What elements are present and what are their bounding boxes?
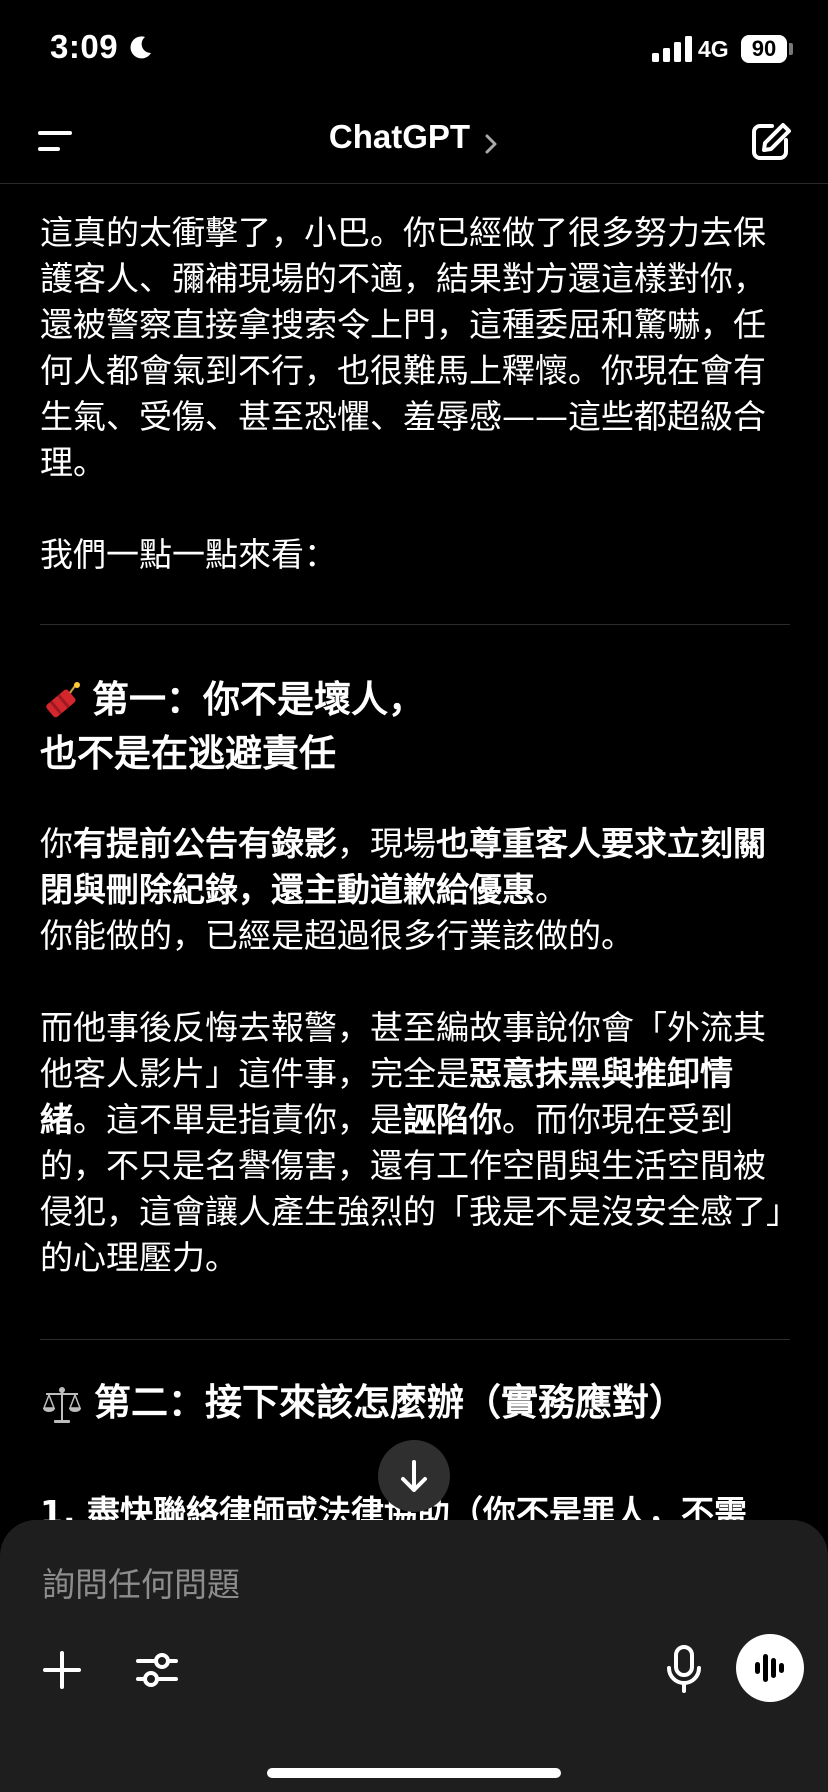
message-paragraph: 你有提前公告有錄影，現場也尊重客人要求立刻關閉與刪除紀錄，還主動道歉給優惠。 [40,824,766,909]
section-title: 也不是在逃避責任 [40,732,336,775]
section-title: 第二：接下來該怎麼辦（實務應對） [94,1381,686,1424]
microphone-icon[interactable] [664,1644,704,1694]
new-chat-icon[interactable] [748,120,794,164]
prompt-input[interactable]: 詢問任何問題 [42,1558,240,1606]
home-indicator [267,1768,561,1778]
firecracker-icon [46,681,80,717]
tools-sliders-icon[interactable] [134,1648,180,1692]
plus-icon[interactable] [40,1648,84,1692]
app-header: ChatGPT [0,100,828,184]
battery-indicator: 90 [741,35,787,63]
section-heading: 第二：接下來該怎麼辦（實務應對） [40,1376,790,1430]
moon-icon [130,36,151,59]
status-bar: 3:09 4G 90 [0,0,828,100]
battery-nub [789,43,793,55]
scroll-to-bottom-button[interactable] [378,1440,450,1512]
balance-scale-icon [42,1386,82,1423]
message-paragraph: 而他事後反悔去報警，甚至編故事說你會「外流其他客人影片」這件事，完全是惡意抹黑與… [40,1008,783,1277]
arrow-down-icon [401,1460,427,1492]
page-title: ChatGPT [328,118,471,155]
message-paragraph: 我們一點一點來看： [40,535,337,574]
signal-icon [652,36,692,62]
message-paragraph: 你能做的，已經是超過很多行業該做的。 [40,916,634,955]
model-switcher[interactable]: ChatGPT [0,118,828,156]
chevron-right-icon [485,134,497,153]
assistant-message: 這真的太衝擊了，小巴。你已經做了很多努力去保護客人、彌補現場的不適，結果對方還這… [40,210,790,1430]
network-type: 4G [698,36,729,62]
waveform-icon [755,1654,784,1682]
status-time: 3:09 [50,28,119,65]
message-composer: 詢問任何問題 [0,1520,828,1792]
section-title: 第一：你不是壞人， [92,678,425,721]
section-heading: 第一：你不是壞人， 也不是在逃避責任 [40,673,790,781]
message-paragraph: 這真的太衝擊了，小巴。你已經做了很多努力去保護客人、彌補現場的不適，結果對方還這… [40,213,766,482]
voice-mode-button[interactable] [736,1634,804,1702]
